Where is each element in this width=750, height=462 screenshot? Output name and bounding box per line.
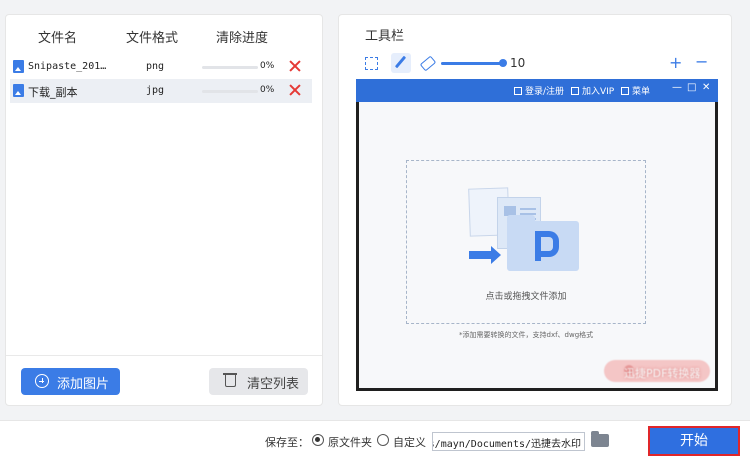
toolbar-panel: 工具栏 10 + − 登录/注册 加入VIP 菜单 — □ ✕ 点击或拖拽文件添… xyxy=(338,14,732,406)
pen-icon[interactable] xyxy=(391,53,411,73)
watermark-text: 迅捷PDF转换器 xyxy=(624,367,701,380)
save-to-label: 保存至： xyxy=(265,436,309,449)
plus-circle-icon xyxy=(35,374,49,388)
file-row-0[interactable]: Snipaste_201… png 0% xyxy=(10,55,312,79)
original-folder-label[interactable]: 原文件夹 xyxy=(328,434,372,450)
preview-vip: 加入VIP xyxy=(571,84,614,97)
watermark-region: 迅捷PDF转换器 xyxy=(604,360,710,382)
preview-drop-zone: 点击或拖拽文件添加 xyxy=(406,160,646,324)
preview-menu: 菜单 xyxy=(621,84,650,97)
p-logo-icon xyxy=(535,231,559,261)
column-header-format: 文件格式 xyxy=(126,31,179,46)
maximize-icon: □ xyxy=(687,82,697,93)
file-format: jpg xyxy=(146,85,165,96)
preview-menu-label: 菜单 xyxy=(632,87,651,97)
close-icon: ✕ xyxy=(702,82,711,93)
clear-list-button[interactable]: 清空列表 xyxy=(209,368,308,395)
user-icon xyxy=(514,87,522,95)
progress-percent: 0% xyxy=(260,61,275,71)
file-format: png xyxy=(146,61,165,72)
file-name: Snipaste_201… xyxy=(28,61,107,72)
save-path-input[interactable]: ers/mayn/Documents/迅捷去水印 xyxy=(432,432,585,451)
column-header-name: 文件名 xyxy=(38,31,78,46)
minimize-icon: — xyxy=(672,82,682,93)
delete-icon[interactable] xyxy=(288,83,302,97)
progress-bar xyxy=(202,66,258,69)
add-image-button[interactable]: 添加图片 xyxy=(21,368,120,395)
zoom-out-icon[interactable]: − xyxy=(695,52,708,71)
file-name: 下载_副本 xyxy=(28,86,78,99)
image-file-icon xyxy=(13,84,24,97)
preview-vip-label: 加入VIP xyxy=(582,87,615,97)
progress-percent: 0% xyxy=(260,85,275,95)
trash-icon xyxy=(223,373,237,387)
start-button[interactable]: 开始 xyxy=(648,426,740,456)
slider-knob[interactable] xyxy=(499,59,507,67)
preview-drop-text: 点击或拖拽文件添加 xyxy=(485,292,567,302)
delete-icon[interactable] xyxy=(288,59,302,73)
column-header-progress: 清除进度 xyxy=(216,31,269,46)
preview-login: 登录/注册 xyxy=(514,84,564,97)
radio-original-folder[interactable] xyxy=(312,434,324,446)
divider xyxy=(6,355,322,356)
preview-login-label: 登录/注册 xyxy=(525,87,565,97)
rectangle-select-icon[interactable] xyxy=(365,57,378,70)
slider-fill xyxy=(441,62,503,65)
file-list-panel: 文件名 文件格式 清除进度 Snipaste_201… png 0% 下载_副本… xyxy=(5,14,323,406)
zoom-in-icon[interactable]: + xyxy=(669,53,682,72)
image-preview[interactable]: 登录/注册 加入VIP 菜单 — □ ✕ 点击或拖拽文件添加 *添加需要转换的文… xyxy=(356,79,718,391)
preview-app-body: 点击或拖拽文件添加 *添加需要转换的文件，支持dxf、dwg格式 迅捷PDF转换… xyxy=(359,102,715,388)
eraser-icon[interactable] xyxy=(419,55,435,71)
progress-bar xyxy=(202,90,258,93)
menu-grid-icon xyxy=(621,87,629,95)
vip-icon xyxy=(571,87,579,95)
browse-folder-icon[interactable] xyxy=(591,431,609,447)
preview-app-bar: 登录/注册 加入VIP 菜单 — □ ✕ xyxy=(356,79,718,102)
radio-custom-folder[interactable] xyxy=(377,434,389,446)
preview-hint-text: *添加需要转换的文件，支持dxf、dwg格式 xyxy=(459,331,594,339)
toolbar-title: 工具栏 xyxy=(365,29,405,44)
brush-size-slider[interactable] xyxy=(441,59,507,67)
add-image-label: 添加图片 xyxy=(57,377,110,392)
file-row-1[interactable]: 下载_副本 jpg 0% xyxy=(10,79,312,103)
arrow-right-icon xyxy=(469,246,501,264)
custom-folder-label[interactable]: 自定义 xyxy=(393,434,426,450)
brush-size-value: 10 xyxy=(510,56,526,70)
image-file-icon xyxy=(13,60,24,73)
bottom-bar: 保存至： 原文件夹 自定义 ers/mayn/Documents/迅捷去水印 开… xyxy=(0,420,750,462)
clear-list-label: 清空列表 xyxy=(247,377,300,392)
file-list-header: 文件名 文件格式 清除进度 xyxy=(6,15,322,53)
